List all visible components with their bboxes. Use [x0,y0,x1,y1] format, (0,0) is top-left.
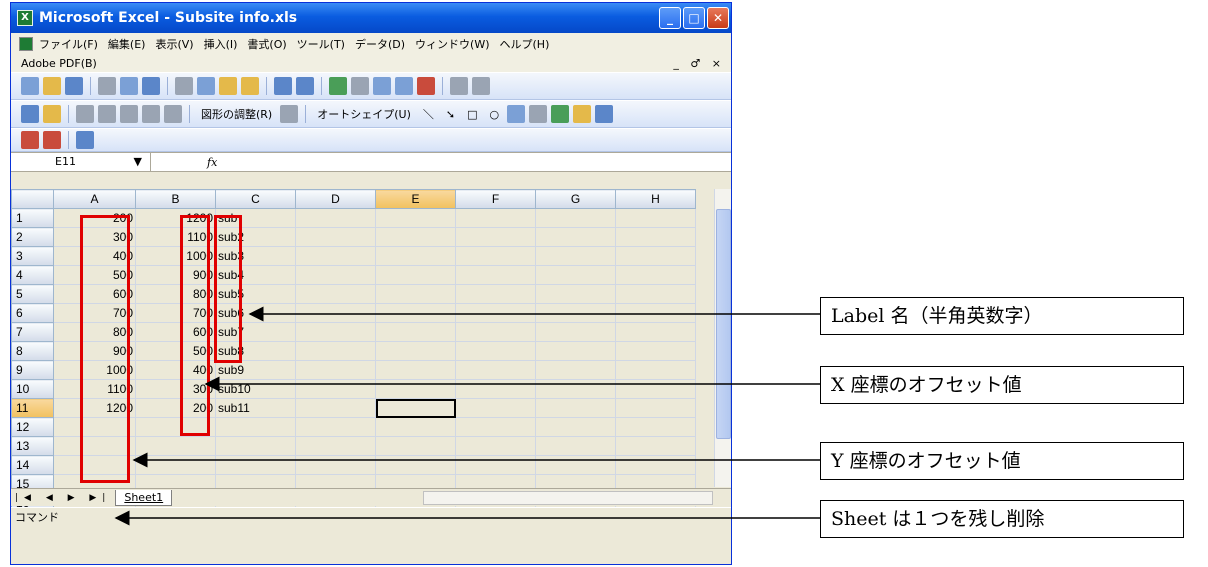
callout-x-offset: X 座標のオフセット値 [820,366,1184,404]
callout-arrows [114,306,820,526]
callout-sheet: Sheet は１つを残し削除 [820,500,1184,538]
callout-label-name: Label 名（半角英数字） [820,297,1184,335]
callout-y-offset: Y 座標のオフセット値 [820,442,1184,480]
